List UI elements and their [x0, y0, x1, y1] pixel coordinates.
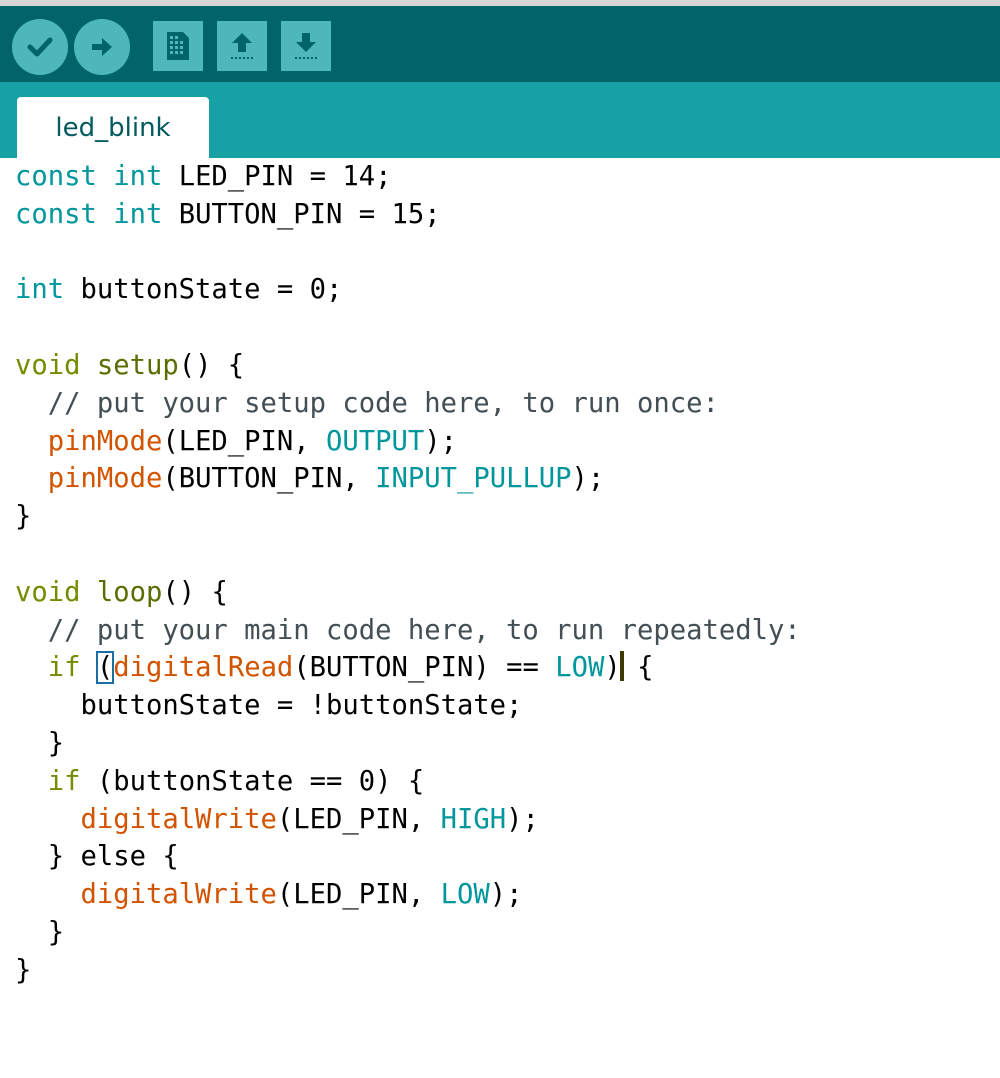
code-token-plain: buttonState = 0;	[64, 274, 343, 306]
code-token-call: pinMode	[47, 425, 163, 457]
code-token-plain: );	[489, 879, 523, 911]
code-token-plain: }	[15, 727, 65, 759]
bracket-match-highlight: (	[95, 651, 115, 685]
code-token-cmt: // put your main code here, to run repea…	[15, 614, 801, 646]
code-token-kw: const int	[15, 161, 163, 192]
code-token-call: digitalWrite	[80, 879, 277, 911]
code-token-call: digitalRead	[113, 652, 294, 684]
code-token-plain: (LED_PIN,	[162, 425, 327, 457]
code-token-plain: }	[15, 954, 32, 986]
code-token-kw: int	[15, 274, 65, 306]
code-token-plain: (LED_PIN,	[276, 879, 441, 911]
code-token-cmt: // put your setup code here, to run once…	[15, 387, 719, 419]
code-line[interactable]: // put your main code here, to run repea…	[15, 612, 801, 650]
code-line[interactable]: } else {	[15, 838, 801, 876]
code-token-plain: );	[571, 463, 605, 495]
arrow-down-icon	[295, 33, 317, 59]
code-token-fn: setup	[96, 349, 179, 381]
code-line[interactable]: digitalWrite(LED_PIN, LOW);	[15, 876, 801, 914]
code-token-plain: LED_PIN = 14;	[162, 161, 392, 192]
code-line[interactable]: // put your setup code here, to run once…	[15, 385, 801, 423]
code-token-kw2: void	[15, 349, 81, 381]
code-token-fn: loop	[96, 576, 163, 608]
code-line[interactable]: }	[15, 498, 801, 536]
code-line[interactable]: if (digitalRead(BUTTON_PIN) == LOW) {	[15, 649, 801, 687]
check-icon	[27, 37, 53, 57]
code-token-plain: (BUTTON_PIN) ==	[293, 652, 556, 684]
code-editor[interactable]: const int LED_PIN = 14; const int BUTTON_…	[0, 158, 1000, 1078]
code-token-kw2: void	[15, 576, 81, 608]
code-token-call: digitalWrite	[80, 803, 277, 835]
code-line[interactable]: }	[15, 914, 801, 952]
code-line[interactable]: }	[15, 725, 801, 763]
new-file-icon	[167, 32, 189, 60]
code-token-plain: buttonState = !buttonState;	[15, 690, 523, 722]
verify-button[interactable]	[12, 19, 68, 75]
code-token-plain: {	[620, 652, 654, 684]
upload-button[interactable]	[74, 19, 130, 75]
code-token-const: LOW	[555, 652, 605, 684]
code-line[interactable]	[15, 309, 801, 347]
code-area[interactable]: const int LED_PIN = 14; const int BUTTON_…	[15, 158, 801, 990]
code-line[interactable]: int buttonState = 0;	[15, 271, 801, 309]
code-token-plain: (BUTTON_PIN,	[162, 463, 376, 495]
code-token-plain: BUTTON_PIN = 15;	[162, 198, 441, 230]
new-button[interactable]	[153, 21, 203, 71]
code-token-const: INPUT_PULLUP	[375, 463, 572, 495]
open-button[interactable]	[217, 21, 267, 71]
code-line[interactable]: }	[15, 952, 801, 990]
code-token-const: LOW	[440, 879, 490, 911]
code-token-const: HIGH	[440, 803, 507, 835]
code-token-kw2: if	[47, 765, 81, 797]
code-line[interactable]: pinMode(LED_PIN, OUTPUT);	[15, 423, 801, 461]
code-token-plain: (buttonState == 0) {	[80, 765, 425, 797]
code-token-plain: () {	[162, 576, 228, 608]
code-token-plain: (LED_PIN,	[276, 803, 441, 835]
code-token-kw2: if	[47, 652, 81, 684]
tab-led-blink[interactable]: led_blink	[17, 97, 209, 158]
code-token-plain: )	[604, 652, 621, 684]
code-token-plain: );	[424, 425, 457, 457]
code-line[interactable]: void setup() {	[15, 347, 801, 385]
code-token-plain: }	[15, 501, 32, 533]
code-token-plain: () {	[178, 349, 245, 381]
code-line[interactable]: const int BUTTON_PIN = 15;	[15, 196, 801, 234]
code-line[interactable]	[15, 536, 801, 574]
code-token-kw: const int	[15, 198, 163, 230]
code-line[interactable]: digitalWrite(LED_PIN, HIGH);	[15, 801, 801, 839]
code-line[interactable]: pinMode(BUTTON_PIN, INPUT_PULLUP);	[15, 460, 801, 498]
arrow-up-icon	[231, 33, 253, 59]
code-token-plain: }	[15, 916, 65, 948]
tab-bar: led_blink	[0, 82, 1000, 158]
toolbar	[0, 6, 1000, 82]
code-token-plain: } else {	[15, 841, 179, 873]
arrow-right-icon	[92, 38, 112, 56]
code-token-plain: );	[506, 803, 539, 835]
code-line[interactable]: if (buttonState == 0) {	[15, 763, 801, 801]
code-line[interactable]: const int LED_PIN = 14;	[15, 158, 801, 196]
code-token-call: pinMode	[47, 463, 163, 495]
save-button[interactable]	[281, 21, 331, 71]
code-line[interactable]	[15, 234, 801, 272]
code-line[interactable]: buttonState = !buttonState;	[15, 687, 801, 725]
code-token-const: OUTPUT	[326, 425, 425, 457]
code-line[interactable]: void loop() {	[15, 574, 801, 612]
